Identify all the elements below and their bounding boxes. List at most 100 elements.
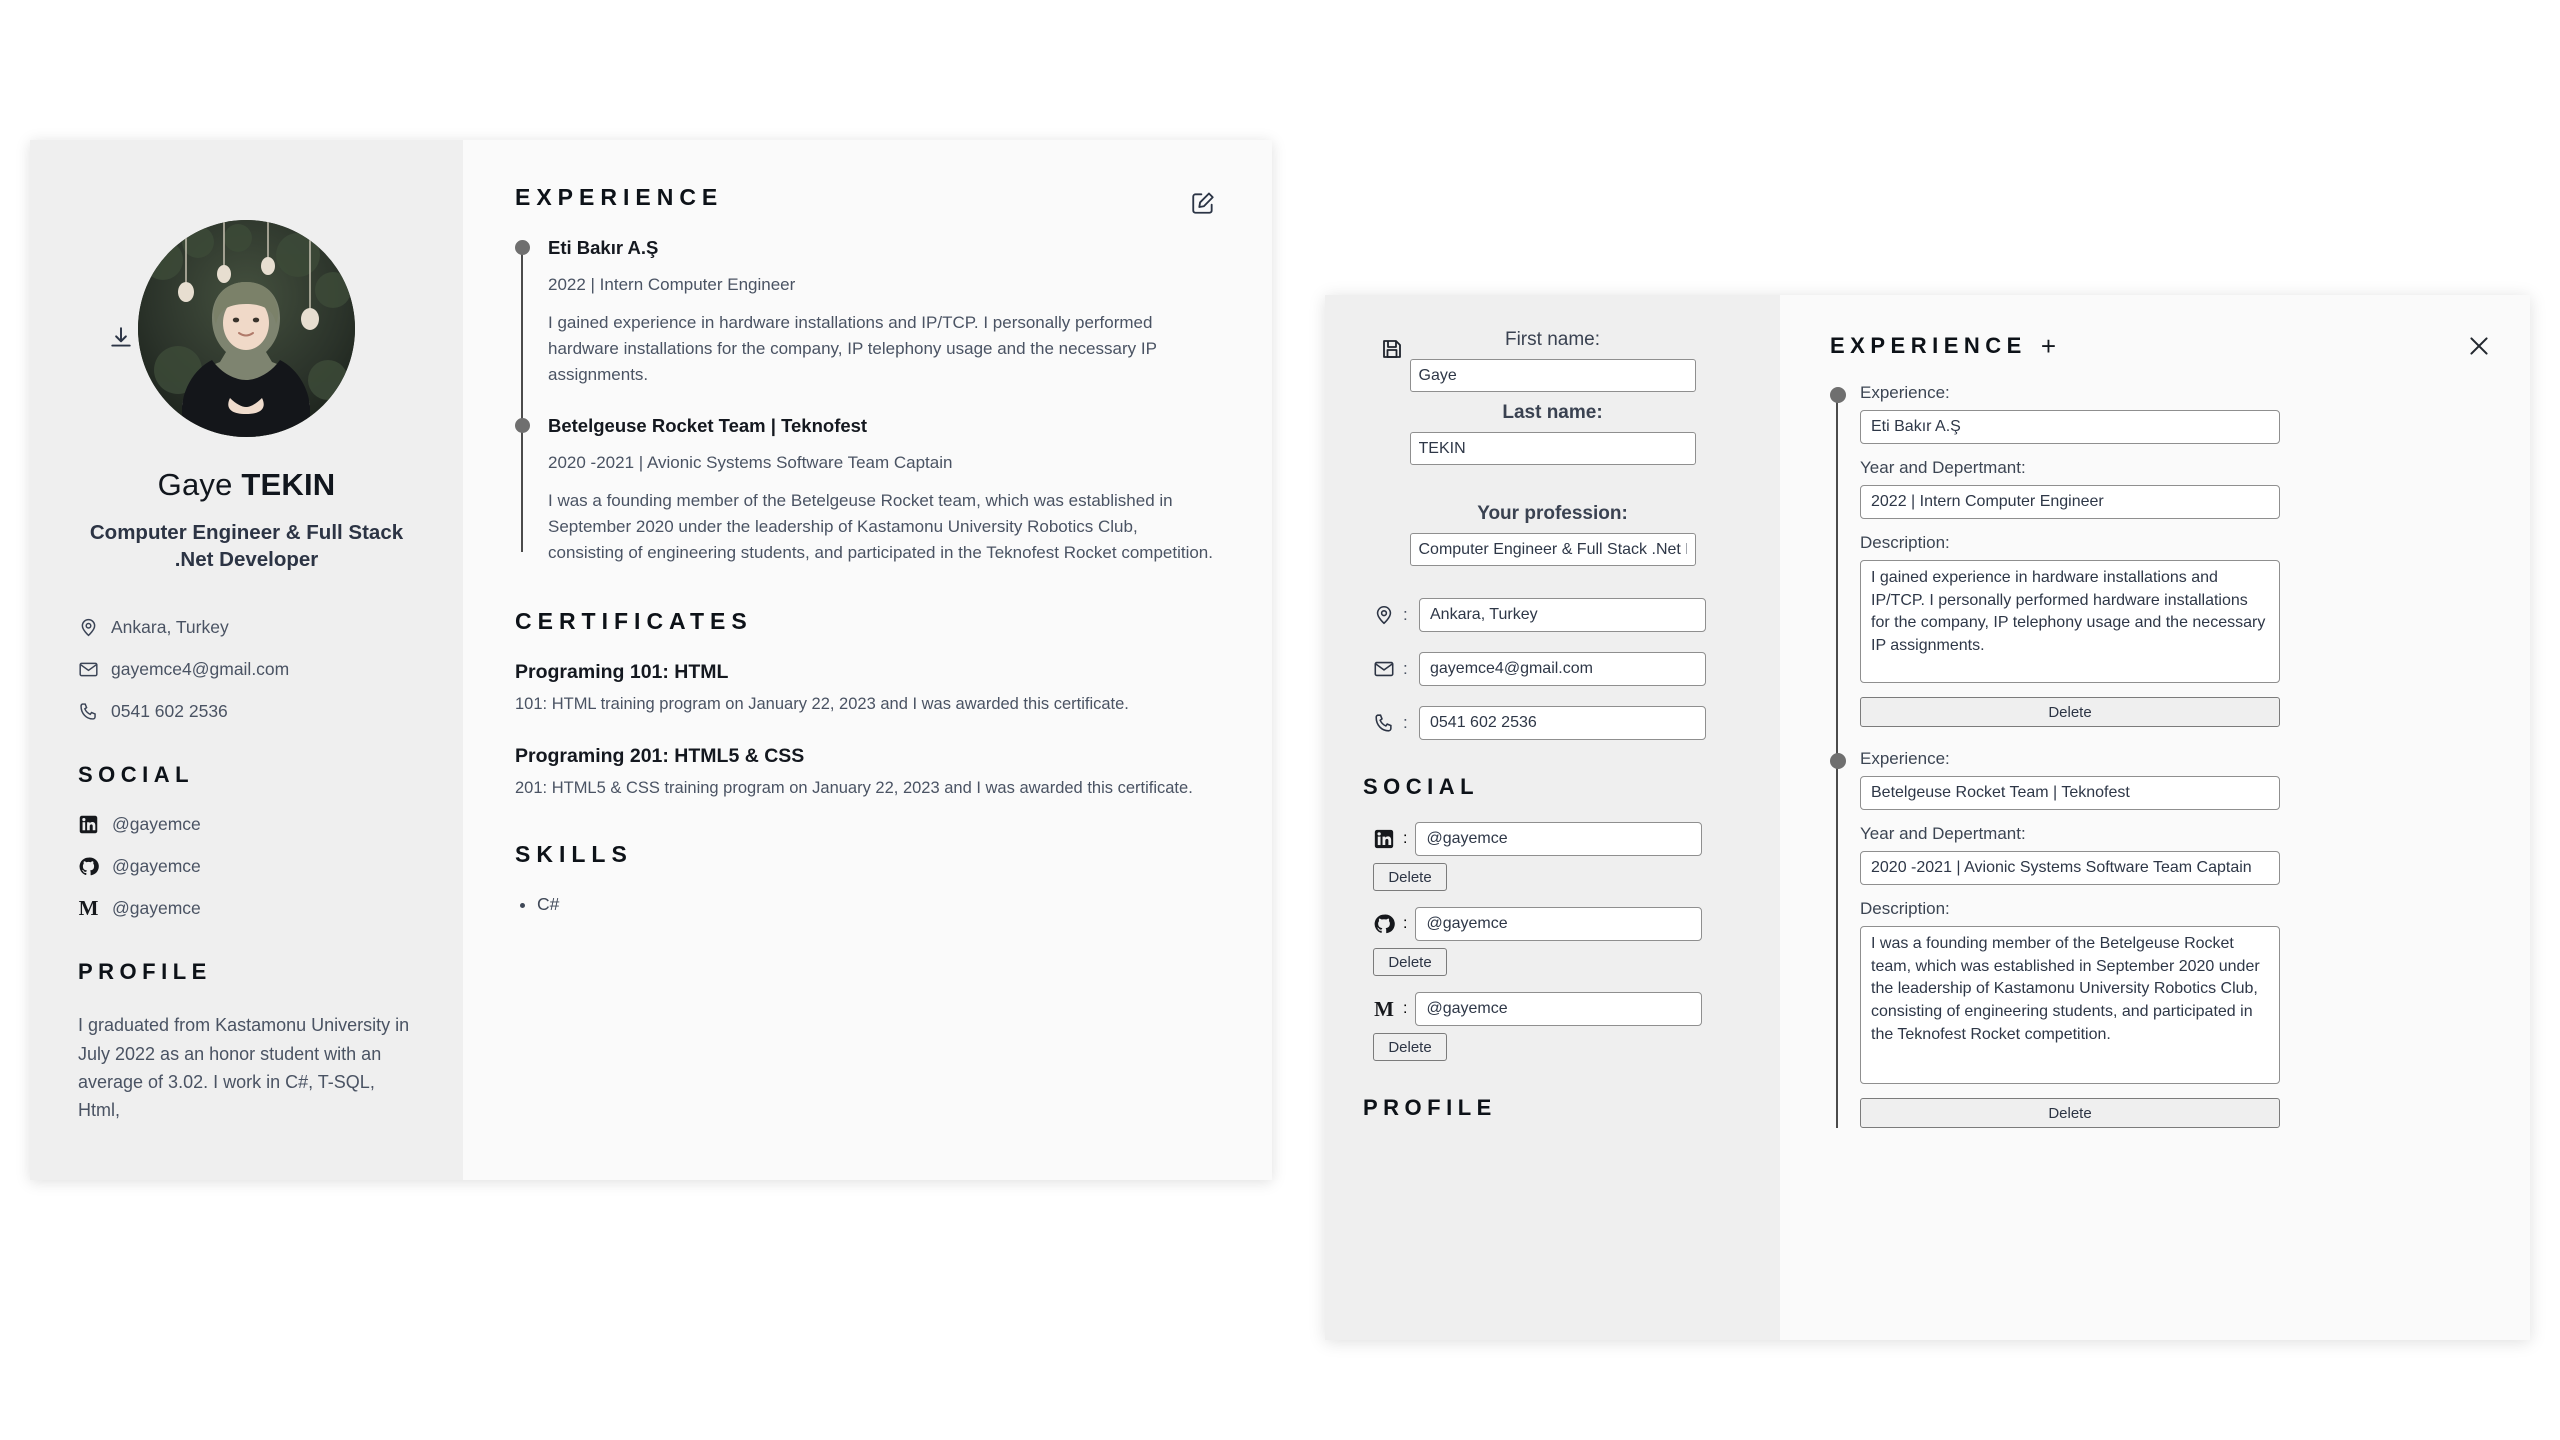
certificate-description: 101: HTML training program on January 22…	[515, 695, 1129, 714]
certificate-title: Programing 101: HTML	[515, 661, 729, 684]
separator-colon: :	[1403, 659, 1408, 678]
delete-github-button[interactable]: Delete	[1373, 948, 1447, 976]
editor-window: First name: Last name: Your profession: …	[1325, 295, 2530, 1340]
skills-heading: SKILLS	[515, 840, 633, 867]
description-field-label: Description:	[1860, 899, 1950, 918]
editor-social-linkedin: : Delete	[1373, 822, 1742, 891]
experience-year-field[interactable]	[1860, 485, 2280, 519]
editor-personal-panel: First name: Last name: Your profession: …	[1325, 295, 1780, 1340]
experience-year-field[interactable]	[1860, 851, 2280, 885]
editor-experience-timeline: Experience: Year and Depertmant: Descrip…	[1830, 383, 2490, 1128]
social-github[interactable]: @gayemce	[78, 856, 415, 877]
screen: Gaye TEKIN Computer Engineer & Full Stac…	[0, 0, 2560, 1440]
certificate-title: Programing 201: HTML5 & CSS	[515, 744, 805, 767]
contact-location: Ankara, Turkey	[78, 617, 415, 638]
skill-item: C#	[537, 894, 1214, 915]
editor-experience-item: Experience: Year and Depertmant: Descrip…	[1830, 383, 2490, 727]
contact-list: Ankara, Turkey gayemce4@gmail.com 0541 6…	[78, 617, 415, 722]
delete-medium-button[interactable]: Delete	[1373, 1033, 1447, 1061]
experience-description-field[interactable]: I was a founding member of the Betelgeus…	[1860, 926, 2280, 1084]
separator-colon: :	[1403, 605, 1408, 624]
profession-label: Your profession:	[1477, 503, 1628, 524]
experience-title: Betelgeuse Rocket Team | Teknofest	[548, 414, 868, 436]
linkedin-field[interactable]	[1415, 822, 1703, 856]
location-field[interactable]	[1419, 598, 1706, 632]
edit-pencil-icon[interactable]	[1190, 190, 1216, 216]
phone-icon	[78, 701, 99, 722]
experience-item: Eti Bakır A.Ş 2022 | Intern Computer Eng…	[515, 237, 1214, 389]
delete-experience-button[interactable]: Delete	[1860, 1098, 2280, 1128]
experience-title-field[interactable]	[1860, 410, 2280, 444]
delete-linkedin-button[interactable]: Delete	[1373, 863, 1447, 891]
email-field[interactable]	[1419, 652, 1706, 686]
location-pin-icon	[1373, 604, 1395, 626]
github-icon	[1373, 913, 1395, 935]
experience-meta: 2022 | Intern Computer Engineer	[548, 275, 796, 294]
social-heading: SOCIAL	[78, 762, 195, 788]
certificate-item: Programing 201: HTML5 & CSS 201: HTML5 &…	[515, 745, 1214, 801]
editor-location-row: :	[1373, 598, 1742, 632]
profession-field[interactable]	[1409, 533, 1696, 566]
contact-email-value: gayemce4@gmail.com	[111, 659, 290, 680]
description-field-label: Description:	[1860, 533, 1950, 552]
social-linkedin[interactable]: @gayemce	[78, 814, 415, 835]
phone-icon	[1373, 712, 1395, 734]
year-field-label: Year and Depertmant:	[1860, 458, 2026, 477]
editor-email-row: :	[1373, 652, 1742, 686]
experience-timeline: Eti Bakır A.Ş 2022 | Intern Computer Eng…	[515, 237, 1214, 566]
profile-heading: PROFILE	[78, 959, 212, 985]
editor-experience-item: Experience: Year and Depertmant: Descrip…	[1830, 749, 2490, 1128]
envelope-icon	[1373, 658, 1395, 680]
experience-field-label: Experience:	[1860, 383, 1950, 402]
contact-phone: 0541 602 2536	[78, 701, 415, 722]
github-icon	[78, 856, 99, 877]
experience-description: I was a founding member of the Betelgeus…	[548, 490, 1213, 562]
envelope-icon	[78, 659, 99, 680]
experience-item: Betelgeuse Rocket Team | Teknofest 2020 …	[515, 414, 1214, 567]
medium-field[interactable]	[1415, 992, 1703, 1026]
resume-main: EXPERIENCE Eti Bakır A.Ş 2022 | Intern C…	[463, 140, 1272, 1180]
add-experience-button[interactable]: +	[2041, 333, 2056, 359]
experience-description-field[interactable]: I gained experience in hardware installa…	[1860, 560, 2280, 683]
experience-description: I gained experience in hardware installa…	[548, 313, 1157, 385]
experience-heading: EXPERIENCE	[515, 184, 724, 210]
separator-colon: :	[1403, 915, 1408, 932]
delete-experience-button[interactable]: Delete	[1860, 697, 2280, 727]
medium-icon: M	[1374, 996, 1394, 1021]
last-name-field[interactable]	[1409, 432, 1696, 465]
last-name-label: Last name:	[1502, 402, 1603, 423]
phone-field[interactable]	[1419, 706, 1706, 740]
linkedin-icon	[78, 814, 99, 835]
experience-title: Eti Bakır A.Ş	[548, 237, 659, 258]
avatar	[138, 220, 355, 437]
editor-experience-heading: EXPERIENCE +	[1830, 333, 2490, 359]
save-disk-icon[interactable]	[1380, 337, 1404, 361]
separator-colon: :	[1403, 830, 1408, 847]
social-medium[interactable]: M @gayemce	[78, 898, 415, 919]
separator-colon: :	[1403, 713, 1408, 732]
first-name-text: Gaye	[157, 467, 233, 502]
certificate-item: Programing 101: HTML 101: HTML training …	[515, 661, 1214, 717]
close-x-icon[interactable]	[2466, 333, 2492, 359]
editor-experience-panel: EXPERIENCE + Experience: Year and Depert…	[1780, 295, 2530, 1340]
profile-text: I graduated from Kastamonu University in…	[78, 1015, 410, 1121]
separator-colon: :	[1403, 1000, 1408, 1017]
first-name-field[interactable]	[1409, 359, 1696, 392]
social-github-value: @gayemce	[112, 856, 201, 877]
experience-title-field[interactable]	[1860, 776, 2280, 810]
download-icon[interactable]	[108, 325, 134, 351]
editor-social-heading: SOCIAL	[1363, 774, 1480, 799]
profession-text: Computer Engineer & Full Stack .Net Deve…	[89, 521, 404, 572]
year-field-label: Year and Depertmant:	[1860, 824, 2026, 843]
github-field[interactable]	[1415, 907, 1703, 941]
first-name-label: First name:	[1504, 329, 1601, 350]
location-pin-icon	[78, 617, 99, 638]
social-linkedin-value: @gayemce	[112, 814, 201, 835]
experience-meta: 2020 -2021 | Avionic Systems Software Te…	[548, 452, 953, 472]
contact-email: gayemce4@gmail.com	[78, 659, 415, 680]
contact-phone-value: 0541 602 2536	[111, 701, 228, 722]
editor-social-medium: M : Delete	[1373, 992, 1742, 1061]
social-medium-value: @gayemce	[112, 898, 201, 919]
resume-preview-window: Gaye TEKIN Computer Engineer & Full Stac…	[30, 140, 1272, 1180]
editor-profile-heading: PROFILE	[1363, 1095, 1497, 1120]
